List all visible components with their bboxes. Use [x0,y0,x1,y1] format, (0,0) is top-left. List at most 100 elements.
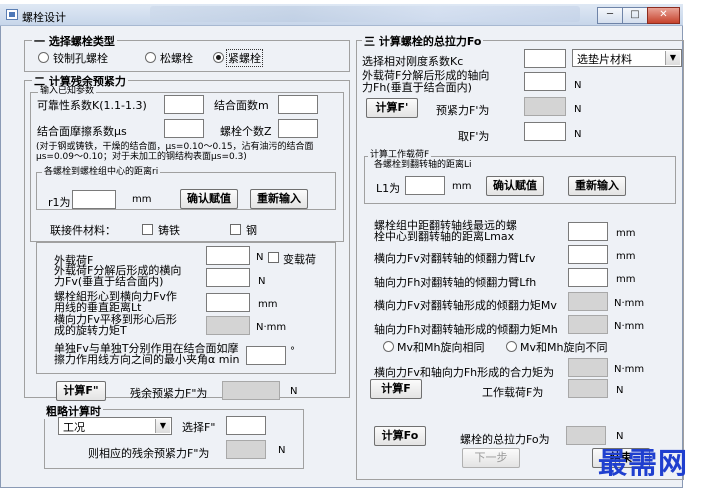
chevron-down-icon: ▼ [665,51,680,65]
calc-total-button[interactable]: 计算Fo [374,426,426,446]
transverse-unit: N [258,276,266,287]
friction-note-line2: μs=0.09～0.10；对于未加工的钢结构表面μs=0.3) [36,152,247,162]
steel-label: 钢 [246,224,257,237]
maximize-button[interactable]: □ [622,7,648,24]
variable-load-label: 变载荷 [283,253,316,266]
lfh-label: 轴向力Fh对翻转轴的倾翻力臂Lfh [374,276,537,289]
rough-select-input[interactable] [226,416,266,435]
reinput-l-button[interactable]: 重新输入 [568,176,626,196]
reinput-r-button[interactable]: 重新输入 [250,189,308,209]
perp-dist-input[interactable] [206,293,250,312]
work-load-output [568,379,608,398]
mv-unit: N·mm [614,298,645,309]
confirm-r-button[interactable]: 确认赋值 [180,189,238,209]
preload-unit: N [574,104,582,115]
work-load-unit: N [616,385,624,396]
app-icon [6,9,18,20]
calc-residual-button[interactable]: 计算F" [56,381,106,401]
l1-label: L1为 [376,182,401,195]
work-load-title: 计算工作载荷F [368,150,432,160]
material-label: 联接件材料： [50,224,116,237]
r1-label: r1为 [48,196,71,209]
r1-input[interactable] [72,190,116,209]
rough-result-unit: N [278,445,286,456]
axial-unit: N [574,80,582,91]
chevron-down-icon: ▼ [155,419,170,433]
radio-loose-bolt[interactable] [145,52,156,63]
l1-input[interactable] [405,176,445,195]
mh-label: 轴向力Fh对翻转轴形成的倾翻力矩Mh [374,323,558,336]
axial-input[interactable] [524,72,566,91]
variable-load-checkbox[interactable] [268,252,279,263]
take-preload-unit: N [574,129,582,140]
window-title: 螺栓设计 [22,11,66,24]
preload-label: 预紧力F'为 [436,104,490,117]
transverse-label-2: 力Fv(垂直于结合面内) [54,275,164,288]
lfv-unit: mm [616,251,636,262]
gasket-select-value: 选垫片材料 [577,53,632,66]
transverse-input[interactable] [206,268,250,287]
diff-direction-label: Mv和Mh旋向不同 [520,341,608,354]
radio-same-direction[interactable] [383,341,394,352]
distance-title: 各螺栓到螺栓组中心的距离ri [42,167,161,177]
external-load-input[interactable] [206,246,250,265]
torque-unit: N·mm [256,322,287,333]
calc-preload-button[interactable]: 计算F' [366,98,418,118]
radio-tight-bolt[interactable] [213,52,224,63]
surfaces-input[interactable] [278,95,318,114]
residual-label: 残余预紧力F"为 [130,387,208,400]
minimize-button[interactable]: ─ [597,7,623,24]
lfh-unit: mm [616,274,636,285]
next-step-button[interactable]: 下一步 [462,448,520,468]
mh-unit: N·mm [614,321,645,332]
stiffness-label: 选择相对刚度系数Kc [362,55,464,68]
external-load-unit: N [256,252,264,263]
radio-loose-bolt-label: 松螺栓 [160,52,193,65]
steel-checkbox[interactable] [230,224,241,235]
r1-unit: mm [132,194,152,205]
calc-work-load-button[interactable]: 计算F [370,379,422,399]
cast-iron-label: 铸铁 [158,224,180,237]
friction-note-line1: (对于钢或铸铁，干燥的结合面，μs=0.10～0.15，沾有油污的结合面 [36,142,314,152]
lfv-label: 横向力Fv对翻转轴的倾翻力臂Lfv [374,252,536,265]
reliability-label: 可靠性系数K(1.1-1.3) [37,99,147,112]
friction-label: 结合面摩擦系数μs [37,125,127,138]
friction-input[interactable] [164,119,204,138]
perp-dist-label-2: 用线的垂直距离Lt [54,301,142,314]
l1-unit: mm [452,181,472,192]
radio-diff-direction[interactable] [506,341,517,352]
angle-input[interactable] [246,346,286,365]
residual-output [222,381,280,400]
bolt-count-input[interactable] [278,119,318,138]
close-button[interactable]: ✕ [647,7,680,24]
preload-output [524,97,566,116]
bolt-count-label: 螺栓个数Z [220,125,272,138]
take-preload-label: 取F'为 [458,130,490,143]
work-load-label: 工作载荷F为 [482,386,544,399]
torque-output [206,316,250,335]
residual-unit: N [290,386,298,397]
resultant-unit: N·mm [614,364,645,375]
confirm-l-button[interactable]: 确认赋值 [486,176,544,196]
take-preload-input[interactable] [524,122,566,141]
bolt-type-title: 一 选择螺栓类型 [32,33,117,49]
lmax-label-2: 栓中心到翻转轴的距离Lmax [374,230,515,243]
radio-reamed-bolt[interactable] [38,52,49,63]
lfh-input[interactable] [568,268,608,287]
mh-output [568,315,608,334]
lfv-input[interactable] [568,245,608,264]
gasket-select[interactable]: 选垫片材料 ▼ [572,49,682,67]
angle-unit: ° [290,346,295,357]
lmax-input[interactable] [568,222,608,241]
condition-select[interactable]: 工况 ▼ [58,417,172,435]
stiffness-input[interactable] [524,49,566,68]
surfaces-label: 结合面数m [214,99,269,112]
cast-iron-checkbox[interactable] [142,224,153,235]
rough-result-output [226,440,266,459]
blurred-taskbar-strip [150,6,580,22]
rough-select-label: 选择F" [182,421,216,434]
reliability-input[interactable] [164,95,204,114]
li-title: 各螺栓到翻转轴的距离Li [372,160,474,170]
torque-label-2: 成的旋转力矩T [54,324,127,337]
resultant-output [568,358,608,377]
